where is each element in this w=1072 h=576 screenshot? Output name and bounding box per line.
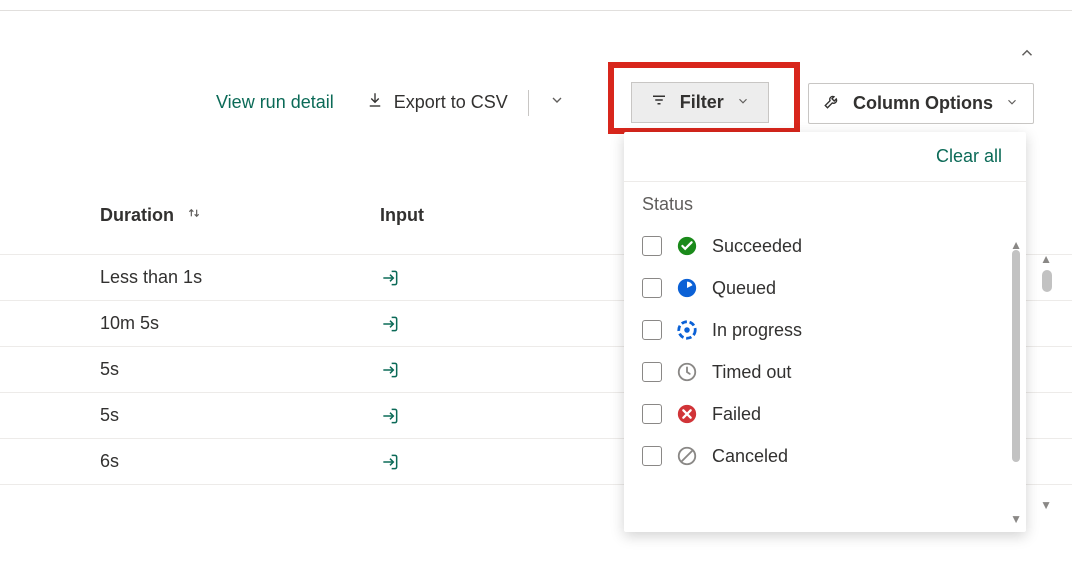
status-label: Queued [712,278,776,299]
status-label: Timed out [712,362,791,383]
clock-outline-icon [676,361,698,383]
slash-circle-icon [676,445,698,467]
status-label: Failed [712,404,761,425]
check-circle-icon [676,235,698,257]
cell-input-link[interactable] [380,268,580,288]
collapse-chevron-icon[interactable] [1018,44,1036,67]
scroll-down-icon[interactable]: ▼ [1040,498,1052,512]
column-header-input[interactable]: Input [380,205,580,226]
wrench-icon [823,92,841,115]
clock-filled-icon [676,277,698,299]
filter-dropdown-panel: Clear all Status Succeeded Queued In pro… [624,132,1026,532]
checkbox[interactable] [642,320,662,340]
scroll-down-icon[interactable]: ▼ [1010,512,1022,526]
status-option-canceled[interactable]: Canceled [642,435,1026,477]
checkbox[interactable] [642,446,662,466]
status-option-queued[interactable]: Queued [642,267,1026,309]
scroll-up-icon[interactable]: ▲ [1040,252,1052,266]
cell-duration: 10m 5s [100,313,380,334]
status-label: Succeeded [712,236,802,257]
toolbar-divider [528,90,529,116]
sort-icon [186,205,202,226]
checkbox[interactable] [642,362,662,382]
column-header-input-label: Input [380,205,424,225]
status-option-succeeded[interactable]: Succeeded [642,225,1026,267]
cell-duration: 6s [100,451,380,472]
cell-input-link[interactable] [380,314,580,334]
cell-input-link[interactable] [380,406,580,426]
cell-input-link[interactable] [380,360,580,380]
status-option-in-progress[interactable]: In progress [642,309,1026,351]
status-filter-list: Succeeded Queued In progress Timed out [624,225,1026,477]
checkbox[interactable] [642,236,662,256]
chevron-down-icon [1005,93,1019,114]
status-label: Canceled [712,446,788,467]
checkbox[interactable] [642,278,662,298]
column-header-duration[interactable]: Duration [100,205,380,226]
download-icon [366,91,384,114]
top-divider [0,10,1072,11]
filter-label: Filter [680,92,724,113]
progress-circle-icon [676,319,698,341]
export-csv-label: Export to CSV [394,92,508,113]
export-more-chevron-icon[interactable] [549,92,565,113]
filter-icon [650,91,668,114]
clear-all-link[interactable]: Clear all [624,132,1026,182]
status-option-timed-out[interactable]: Timed out [642,351,1026,393]
column-header-duration-label: Duration [100,205,174,226]
scrollbar-thumb[interactable] [1012,250,1020,462]
chevron-down-icon [736,92,750,113]
scrollbar-thumb[interactable] [1042,270,1052,292]
cell-duration: Less than 1s [100,267,380,288]
checkbox[interactable] [642,404,662,424]
column-options-label: Column Options [853,93,993,114]
filter-section-title: Status [624,182,1026,225]
status-label: In progress [712,320,802,341]
view-run-detail-link[interactable]: View run detail [216,92,334,113]
status-option-failed[interactable]: Failed [642,393,1026,435]
filter-button[interactable]: Filter [631,82,769,123]
cell-duration: 5s [100,359,380,380]
cell-input-link[interactable] [380,452,580,472]
x-circle-icon [676,403,698,425]
page-scrollbar[interactable]: ▲ ▼ [1038,252,1052,512]
cell-duration: 5s [100,405,380,426]
column-options-button[interactable]: Column Options [808,83,1034,124]
export-csv-button[interactable]: Export to CSV [366,91,508,114]
